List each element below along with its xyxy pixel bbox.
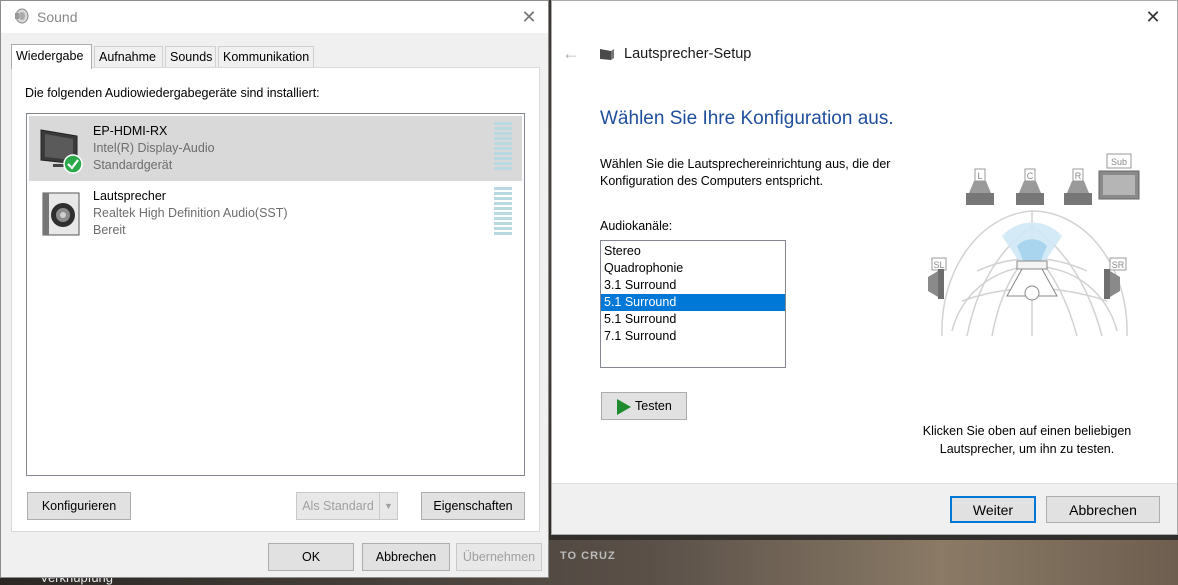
label-sl: SL: [933, 260, 944, 270]
channel-option[interactable]: Quadrophonie: [601, 260, 785, 277]
tab-kommunikation[interactable]: Kommunikation: [218, 46, 314, 68]
speaker-setup-dialog: ✕ ← Lautsprecher-Setup Wählen Sie Ihre K…: [551, 0, 1178, 535]
device-item-lautsprecher[interactable]: Lautsprecher Realtek High Definition Aud…: [29, 181, 522, 246]
sound-dialog: Sound ✕ Wiedergabe Aufnahme Sounds Kommu…: [0, 0, 549, 578]
speaker-app-icon: [15, 8, 29, 24]
sound-window-title: Sound: [37, 9, 78, 25]
playback-panel: Die folgenden Audiowiedergabegeräte sind…: [11, 67, 540, 532]
channel-option[interactable]: Stereo: [601, 243, 785, 260]
speaker-side-left: SL: [928, 257, 947, 299]
desktop-logo-text: TO CRUZ: [560, 550, 616, 562]
channels-label: Audiokanäle:: [600, 219, 673, 233]
label-sr: SR: [1112, 260, 1125, 270]
speaker-right: R: [1064, 168, 1092, 205]
device-item-hdmi[interactable]: EP-HDMI-RX Intel(R) Display-Audio Standa…: [29, 116, 522, 181]
cancel-button[interactable]: Abbrechen: [1046, 496, 1160, 523]
set-default-label: Als Standard: [302, 499, 374, 513]
channel-option[interactable]: 7.1 Surround: [601, 328, 785, 345]
channel-option[interactable]: 5.1 Surround: [601, 311, 785, 328]
label-r: R: [1075, 171, 1082, 181]
chevron-down-icon[interactable]: ▼: [379, 493, 397, 519]
device-status: Standardgerät: [93, 158, 173, 172]
setup-footer: Weiter Abbrechen: [552, 483, 1177, 534]
back-arrow-icon[interactable]: ←: [562, 43, 580, 64]
speaker-left: L: [966, 168, 994, 205]
device-name: Lautsprecher: [93, 189, 166, 203]
tab-sounds[interactable]: Sounds: [165, 46, 216, 68]
tab-wiedergabe[interactable]: Wiedergabe: [11, 44, 92, 69]
setup-description: Wählen Sie die Lautsprechereinrichtung a…: [600, 157, 891, 188]
properties-button[interactable]: Eigenschaften: [421, 492, 525, 520]
device-status: Bereit: [93, 223, 126, 237]
speaker-setup-icon: [600, 49, 614, 60]
ok-button[interactable]: OK: [268, 543, 354, 571]
device-list[interactable]: EP-HDMI-RX Intel(R) Display-Audio Standa…: [26, 113, 525, 476]
panel-caption: Die folgenden Audiowiedergabegeräte sind…: [25, 86, 320, 100]
set-default-split-button[interactable]: Als Standard ▼: [296, 492, 398, 520]
cancel-button[interactable]: Abbrechen: [362, 543, 450, 571]
volume-meter: [494, 187, 512, 239]
speaker-icon: [42, 192, 80, 236]
speaker-center: C: [1016, 168, 1044, 205]
close-icon[interactable]: ✕: [1138, 6, 1168, 28]
label-sub: Sub: [1111, 157, 1127, 167]
test-button-label: Testen: [635, 399, 672, 413]
monitor-icon: [40, 129, 83, 174]
device-name: EP-HDMI-RX: [93, 124, 168, 138]
channel-option[interactable]: 3.1 Surround: [601, 277, 785, 294]
tab-aufnahme[interactable]: Aufnahme: [94, 46, 163, 68]
audio-channels-list[interactable]: Stereo Quadrophonie 3.1 Surround 5.1 Sur…: [600, 240, 786, 368]
label-c: C: [1027, 171, 1034, 181]
channel-option-selected[interactable]: 5.1 Surround: [601, 294, 785, 311]
sound-titlebar[interactable]: Sound ✕: [1, 1, 548, 33]
listener-icon: [1006, 260, 1058, 301]
configure-button[interactable]: Konfigurieren: [27, 492, 131, 520]
page-title: Wählen Sie Ihre Konfiguration aus.: [600, 108, 894, 129]
test-button[interactable]: Testen: [601, 392, 687, 420]
diagram-hint: Klicken Sie oben auf einen beliebigen La…: [922, 424, 1132, 456]
play-icon: [617, 399, 631, 415]
volume-meter: [494, 122, 512, 174]
device-driver: Realtek High Definition Audio(SST): [93, 206, 288, 220]
speaker-sub: Sub: [1098, 153, 1140, 200]
device-driver: Intel(R) Display-Audio: [93, 141, 215, 155]
setup-window-title: Lautsprecher-Setup: [624, 46, 752, 62]
speaker-layout-diagram: L C R Sub SL SR: [928, 153, 1140, 337]
label-l: L: [977, 171, 982, 181]
apply-button[interactable]: Übernehmen: [456, 543, 542, 571]
close-icon[interactable]: ✕: [513, 5, 545, 29]
next-button[interactable]: Weiter: [950, 496, 1036, 523]
